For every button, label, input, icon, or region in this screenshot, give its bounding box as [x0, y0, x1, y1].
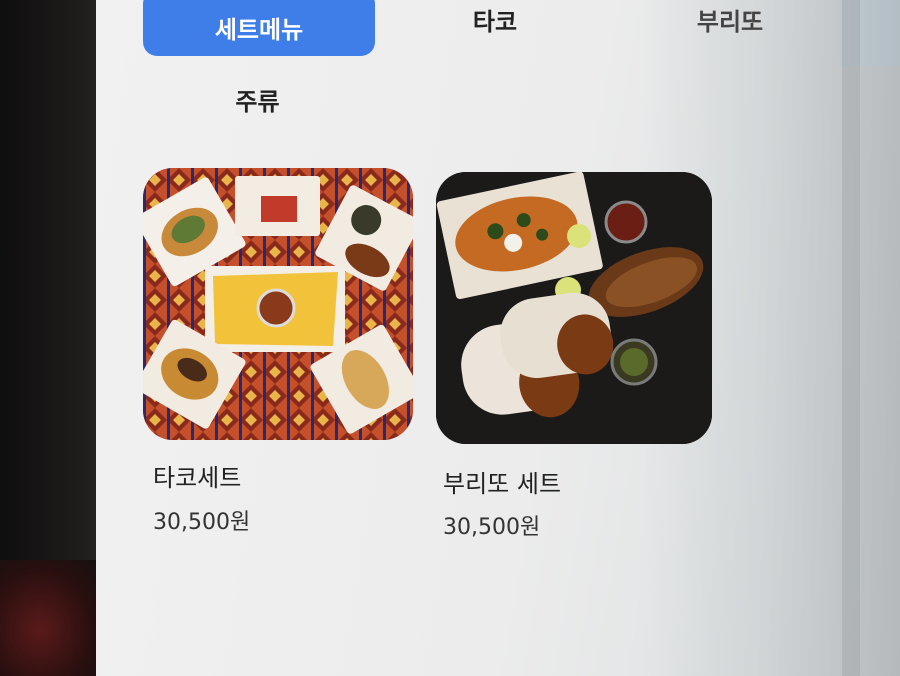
background-reflection: [0, 560, 100, 676]
tab-liquor[interactable]: 주류: [200, 82, 315, 117]
burrito-set-name[interactable]: 부리또 세트: [443, 464, 561, 499]
burrito-set-price: 30,500원: [443, 515, 541, 540]
taco-set-name[interactable]: 타코세트: [153, 458, 241, 493]
taco-set-price: 30,500원: [153, 510, 251, 535]
tab-liquor-label: 주류: [235, 88, 280, 116]
tab-set-menu[interactable]: 세트메뉴: [143, 0, 375, 56]
tab-taco-label: 타코: [472, 8, 518, 36]
screen-glare-bar: [842, 0, 860, 676]
tab-burrito[interactable]: 부리또: [665, 2, 795, 37]
taco-set-image[interactable]: [143, 168, 413, 440]
burrito-set-image[interactable]: [436, 172, 712, 444]
tab-burrito-label: 부리또: [696, 8, 764, 36]
tab-set-menu-label: 세트메뉴: [214, 15, 304, 44]
burrito-set-photo-icon: [436, 172, 712, 444]
tab-taco[interactable]: 타코: [440, 2, 550, 37]
taco-set-photo-icon: [143, 168, 413, 440]
